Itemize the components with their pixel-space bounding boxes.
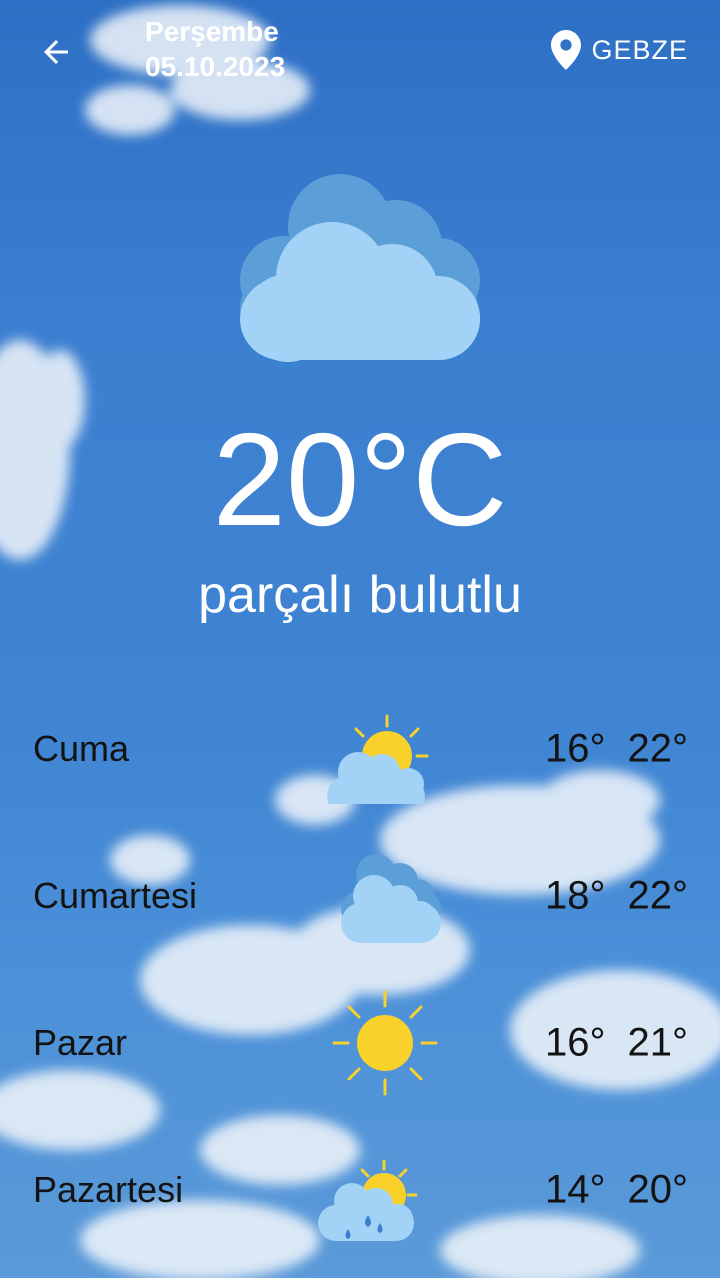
min-temp: 18° xyxy=(545,873,606,918)
map-pin-icon xyxy=(551,30,582,70)
weather-description: parçalı bulutlu xyxy=(198,566,522,624)
forecast-row: Pazar 16° 21° xyxy=(0,969,720,1117)
min-temp: 14° xyxy=(545,1167,606,1212)
max-temp: 20° xyxy=(627,1167,689,1212)
forecast-day: Pazartesi xyxy=(33,1169,184,1210)
rain-sun-icon xyxy=(318,1159,418,1241)
day-name: Perşembe xyxy=(145,16,279,47)
max-temp: 22° xyxy=(627,726,689,771)
min-temp: 16° xyxy=(545,726,606,771)
date-text: 05.10.2023 xyxy=(145,51,286,82)
location-button[interactable]: GEBZE xyxy=(551,30,688,70)
arrow-back-icon xyxy=(44,40,68,64)
forecast-day: Pazar xyxy=(33,1022,128,1063)
partly-cloudy-icon xyxy=(327,714,429,804)
cloudy-icon xyxy=(240,174,480,362)
forecast-day: Cuma xyxy=(33,728,130,769)
weather-screen: Perşembe 05.10.2023 GEBZE 20°C parçalı b… xyxy=(0,0,720,1278)
current-temperature: 20°C xyxy=(212,406,508,553)
forecast-temps: 18° 22° xyxy=(545,874,688,919)
max-temp: 22° xyxy=(627,873,689,918)
cloudy-icon xyxy=(341,854,441,943)
min-temp: 16° xyxy=(545,1020,606,1065)
sunny-icon xyxy=(332,990,438,1096)
forecast-row: Cumartesi 18° 22° xyxy=(0,822,720,970)
forecast-temps: 16° 22° xyxy=(545,727,688,772)
location-name: GEBZE xyxy=(591,34,688,65)
max-temp: 21° xyxy=(627,1020,689,1065)
date-block: Perşembe 05.10.2023 xyxy=(145,14,285,84)
forecast-temps: 14° 20° xyxy=(545,1168,688,1213)
back-button[interactable] xyxy=(30,26,82,78)
forecast-day: Cumartesi xyxy=(33,875,198,916)
forecast-row: Cuma 16° 22° xyxy=(0,675,720,823)
forecast-row: Pazartesi 14° 20° xyxy=(0,1116,720,1264)
forecast-temps: 16° 21° xyxy=(545,1021,688,1066)
